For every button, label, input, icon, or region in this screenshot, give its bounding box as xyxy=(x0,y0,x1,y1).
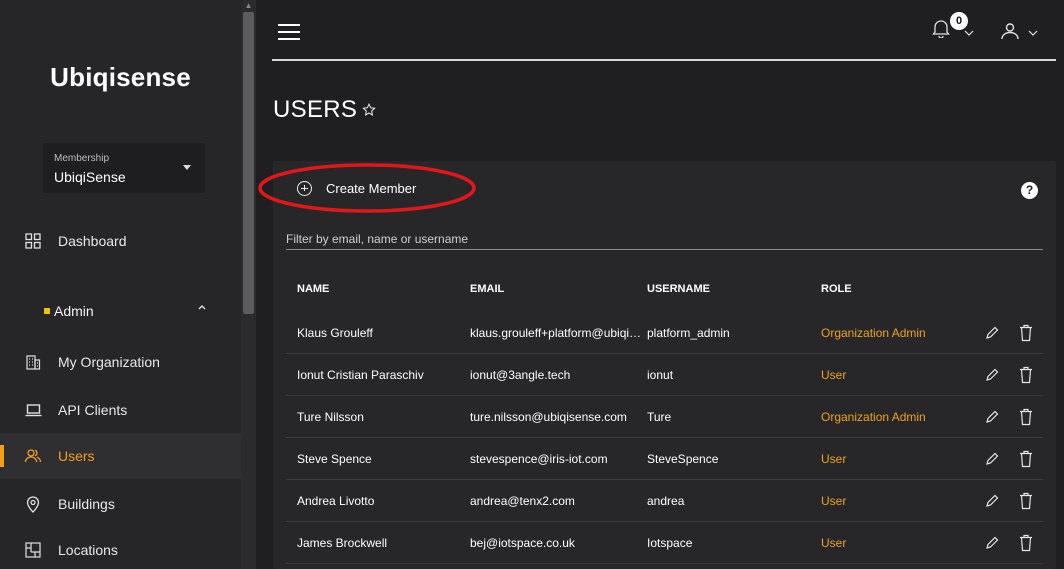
cell-email: stevespence@iris-iot.com xyxy=(470,452,608,466)
edit-icon[interactable] xyxy=(985,452,999,466)
table-row[interactable]: Steve Spence stevespence@iris-iot.com St… xyxy=(286,439,1043,480)
notification-badge: 0 xyxy=(950,12,968,30)
help-icon[interactable]: ? xyxy=(1021,182,1038,199)
column-header-email[interactable]: EMAIL xyxy=(470,283,504,295)
cell-email: ionut@3angle.tech xyxy=(470,368,571,382)
users-icon xyxy=(24,447,42,465)
sidebar: Ubiqisense Membership UbiqiSense Dashboa… xyxy=(0,0,256,569)
column-header-username[interactable]: USERNAME xyxy=(647,283,710,295)
cell-name: Ture Nilsson xyxy=(297,410,364,424)
header-divider xyxy=(272,59,1056,61)
chevron-up-icon xyxy=(196,300,208,312)
sidebar-item-label: Buildings xyxy=(58,496,115,512)
cell-role: Organization Admin xyxy=(821,326,926,340)
cell-role: User xyxy=(821,536,847,550)
cell-username: andrea xyxy=(647,494,685,508)
trash-icon[interactable] xyxy=(1019,408,1033,426)
cell-email: andrea@tenx2.com xyxy=(470,494,575,508)
building-icon xyxy=(24,353,42,371)
column-header-name[interactable]: NAME xyxy=(297,283,329,295)
cell-email: ture.nilsson@ubiqisense.com xyxy=(470,410,627,424)
user-menu-button[interactable] xyxy=(1000,22,1040,46)
cell-name: Ionut Cristian Paraschiv xyxy=(297,368,424,382)
sidebar-item-users[interactable]: Users xyxy=(0,433,241,479)
cell-name: Andrea Livotto xyxy=(297,494,375,508)
location-pin-icon xyxy=(24,495,42,513)
active-indicator xyxy=(0,445,4,467)
user-icon xyxy=(1001,23,1019,40)
cell-username: platform_admin xyxy=(647,326,730,340)
sidebar-scrollbar-thumb[interactable] xyxy=(243,12,254,314)
sidebar-item-api-clients[interactable]: API Clients xyxy=(0,387,241,433)
cell-role: User xyxy=(821,452,847,466)
grid-icon xyxy=(24,232,42,250)
table-row[interactable]: Klaus Grouleff klaus.grouleff+platform@u… xyxy=(286,313,1043,354)
edit-icon[interactable] xyxy=(985,410,999,424)
menu-icon[interactable] xyxy=(278,24,300,42)
trash-icon[interactable] xyxy=(1019,450,1033,468)
sidebar-item-dashboard[interactable]: Dashboard xyxy=(0,218,241,264)
star-icon[interactable] xyxy=(362,103,376,117)
sidebar-item-label: Dashboard xyxy=(58,233,127,249)
sidebar-item-label: My Organization xyxy=(58,354,160,370)
trash-icon[interactable] xyxy=(1019,534,1033,552)
edit-icon[interactable] xyxy=(985,536,999,550)
membership-value: UbiqiSense xyxy=(54,169,126,185)
sidebar-item-my-organization[interactable]: My Organization xyxy=(0,339,241,385)
sidebar-item-label: API Clients xyxy=(58,402,128,418)
scroll-up-arrow-icon[interactable]: ▲ xyxy=(244,2,253,10)
table-row[interactable]: James Brockwell bej@iotspace.co.uk Iotsp… xyxy=(286,523,1043,564)
edit-icon[interactable] xyxy=(985,326,999,340)
bell-icon xyxy=(932,20,950,38)
cell-name: Klaus Grouleff xyxy=(297,326,373,340)
sidebar-item-buildings[interactable]: Buildings xyxy=(0,481,241,527)
cell-username: ionut xyxy=(647,368,674,382)
cell-role: User xyxy=(821,368,847,382)
notifications-button[interactable]: 0 xyxy=(932,12,974,44)
admin-section-label: Admin xyxy=(54,303,94,319)
membership-select[interactable]: Membership UbiqiSense xyxy=(43,143,205,193)
bullet-icon xyxy=(44,308,50,314)
chevron-down-icon xyxy=(1028,30,1038,36)
cell-role: Organization Admin xyxy=(821,410,926,424)
table-row[interactable]: Ionut Cristian Paraschiv ionut@3angle.te… xyxy=(286,355,1043,396)
cell-email: klaus.grouleff+platform@ubiqisense.com xyxy=(470,326,646,340)
laptop-icon xyxy=(24,401,42,419)
edit-icon[interactable] xyxy=(985,368,999,382)
column-header-role[interactable]: ROLE xyxy=(821,283,852,295)
admin-section-toggle[interactable]: Admin xyxy=(0,290,241,330)
sidebar-item-locations[interactable]: Locations xyxy=(0,527,241,569)
sidebar-item-label: Locations xyxy=(58,542,118,558)
filter-input[interactable] xyxy=(286,228,1043,250)
cell-email: bej@iotspace.co.uk xyxy=(470,536,575,550)
edit-icon[interactable] xyxy=(985,494,999,508)
trash-icon[interactable] xyxy=(1019,366,1033,384)
cell-username: Iotspace xyxy=(647,536,693,550)
trash-icon[interactable] xyxy=(1019,492,1033,510)
app-logo: Ubiqisense xyxy=(50,62,191,92)
chevron-down-icon xyxy=(964,30,974,36)
caret-down-icon xyxy=(183,165,191,170)
cell-role: User xyxy=(821,494,847,508)
cell-username: SteveSpence xyxy=(647,452,719,466)
page-title: USERS xyxy=(273,96,358,123)
cell-username: Ture xyxy=(647,410,672,424)
cell-name: Steve Spence xyxy=(297,452,372,466)
floorplan-icon xyxy=(24,541,42,559)
cell-name: James Brockwell xyxy=(297,536,388,550)
red-highlight-ellipse xyxy=(258,163,476,213)
trash-icon[interactable] xyxy=(1019,324,1033,342)
table-row[interactable]: Andrea Livotto andrea@tenx2.com andrea U… xyxy=(286,481,1043,522)
sidebar-item-label: Users xyxy=(58,448,95,464)
table-row[interactable]: Ture Nilsson ture.nilsson@ubiqisense.com… xyxy=(286,397,1043,438)
membership-caption: Membership xyxy=(54,153,110,164)
